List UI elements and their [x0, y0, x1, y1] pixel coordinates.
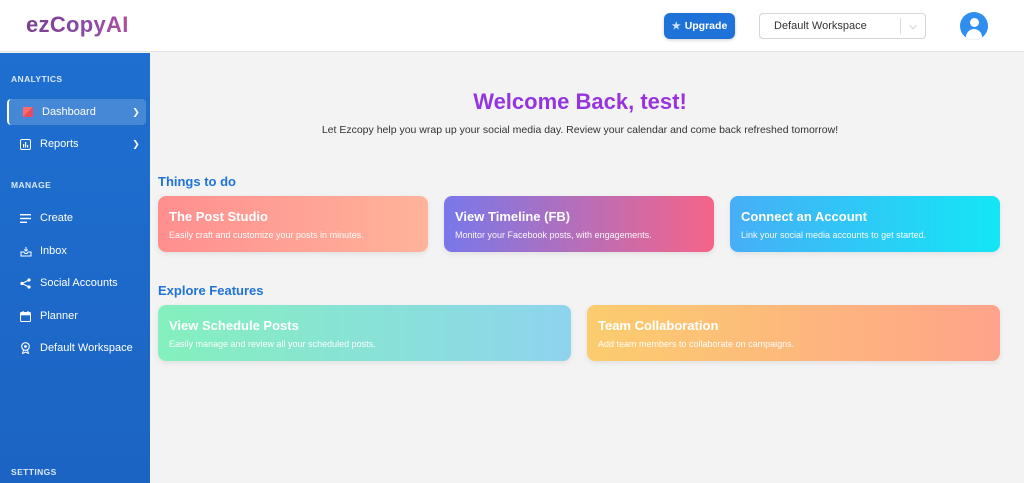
card-title: The Post Studio [169, 209, 268, 224]
share-icon [19, 277, 32, 290]
card-description: Easily craft and customize your posts in… [169, 230, 364, 240]
card-title: Connect an Account [741, 209, 867, 224]
workspace-value: Default Workspace [774, 20, 867, 32]
card-title: View Schedule Posts [169, 318, 299, 333]
sidebar-item-dashboard[interactable]: Dashboard ❯ [7, 99, 146, 125]
card-description: Easily manage and review all your schedu… [169, 339, 376, 349]
dashboard-icon [21, 106, 34, 119]
card-description: Monitor your Facebook posts, with engage… [455, 230, 652, 240]
card-description: Link your social media accounts to get s… [741, 230, 927, 240]
card-title: Team Collaboration [598, 318, 719, 333]
section-analytics: ANALYTICS [11, 74, 63, 84]
badge-icon [19, 342, 32, 355]
chevron-down-icon: ❯ [132, 138, 140, 149]
star-icon: ★ [671, 20, 681, 32]
top-bar: ezCopyAI ★ Upgrade Default Workspace ⌵ [0, 0, 1024, 52]
user-icon [969, 18, 979, 27]
section-settings: SETTINGS [11, 467, 57, 477]
calendar-icon [19, 310, 32, 323]
workspace-select[interactable]: Default Workspace ⌵ [759, 13, 926, 39]
sidebar-item-label: Dashboard [42, 106, 96, 118]
chevron-down-icon: ❯ [132, 106, 140, 117]
sidebar-item-label: Create [40, 212, 74, 224]
list-icon [19, 212, 32, 225]
card-title: View Timeline (FB) [455, 209, 571, 224]
sidebar: ANALYTICS Dashboard ❯ Reports ❯ MANAGE C… [0, 53, 150, 483]
welcome-subtitle: Let Ezcopy help you wrap up your social … [321, 124, 839, 136]
connect-account-card[interactable]: Connect an Account Link your social medi… [730, 196, 1000, 252]
explore-features-heading: Explore Features [158, 283, 264, 298]
things-to-do-heading: Things to do [158, 174, 236, 189]
user-avatar[interactable] [960, 12, 988, 40]
chevron-down-icon: ⌵ [909, 20, 917, 32]
view-timeline-card[interactable]: View Timeline (FB) Monitor your Facebook… [444, 196, 714, 252]
app-logo[interactable]: ezCopyAI [26, 12, 129, 38]
post-studio-card[interactable]: The Post Studio Easily craft and customi… [158, 196, 428, 252]
sidebar-item-reports[interactable]: Reports ❯ [7, 131, 146, 157]
section-manage: MANAGE [11, 180, 52, 190]
sidebar-item-social-accounts[interactable]: Social Accounts [7, 270, 146, 296]
view-schedule-posts-card[interactable]: View Schedule Posts Easily manage and re… [158, 305, 571, 361]
team-collaboration-card[interactable]: Team Collaboration Add team members to c… [587, 305, 1000, 361]
upgrade-button[interactable]: ★ Upgrade [664, 13, 735, 39]
sidebar-item-create[interactable]: Create [7, 205, 146, 231]
sidebar-item-label: Planner [40, 310, 78, 322]
card-description: Add team members to collaborate on campa… [598, 339, 795, 349]
sidebar-item-label: Default Workspace [40, 342, 133, 354]
sidebar-item-default-workspace[interactable]: Default Workspace [7, 335, 146, 361]
sidebar-item-label: Social Accounts [40, 277, 118, 289]
bar-chart-icon [19, 138, 32, 151]
upgrade-label: Upgrade [684, 20, 728, 32]
sidebar-item-planner[interactable]: Planner [7, 303, 146, 329]
sidebar-item-label: Inbox [40, 245, 67, 257]
welcome-heading: Welcome Back, test! [150, 89, 1010, 115]
inbox-icon [19, 245, 32, 258]
sidebar-item-label: Reports [40, 138, 79, 150]
sidebar-item-inbox[interactable]: Inbox [7, 238, 146, 264]
